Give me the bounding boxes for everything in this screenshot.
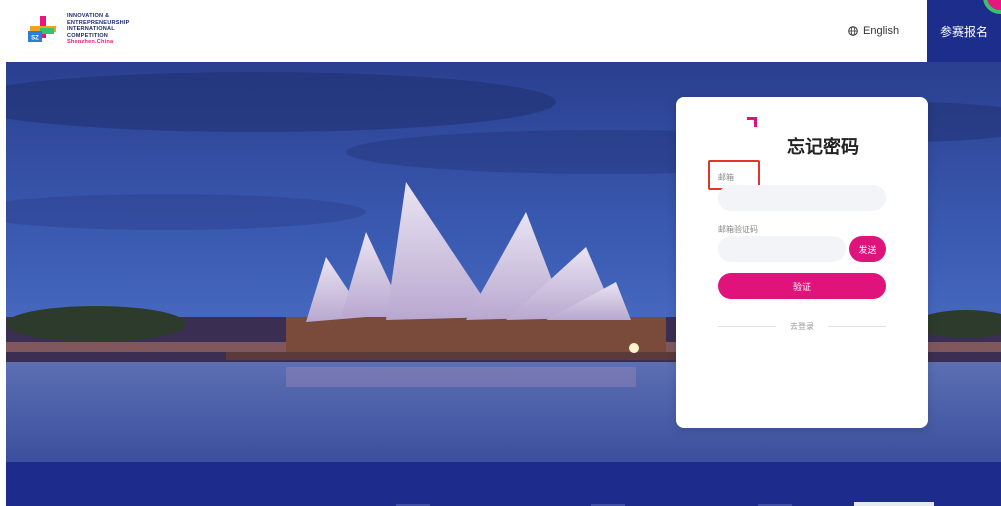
logo-city: Shenzhen.China xyxy=(67,39,114,45)
forgot-password-card: 忘记密码 邮箱 邮箱验证码 发送 验证 去登录 xyxy=(676,97,928,428)
email-field[interactable] xyxy=(718,185,886,211)
email-label: 邮箱 xyxy=(718,173,734,182)
corner-decoration xyxy=(983,0,1001,14)
footer-band xyxy=(6,462,1001,506)
card-title: 忘记密码 xyxy=(787,137,859,158)
divider-left xyxy=(718,326,776,327)
language-label: English xyxy=(863,25,900,37)
title-accent-icon xyxy=(747,117,757,127)
divider-right xyxy=(828,326,886,327)
footer-block xyxy=(854,502,934,506)
language-switch[interactable]: English xyxy=(848,25,899,37)
globe-icon xyxy=(848,26,858,36)
logo-badge-text: SZ xyxy=(31,36,39,42)
logo-wordmark: INNOVATION & ENTREPRENEURSHIP INTERNATIO… xyxy=(67,13,130,46)
verify-button[interactable]: 验证 xyxy=(718,273,886,299)
top-header: SZ INNOVATION & ENTREPRENEURSHIP INTERNA… xyxy=(0,0,1001,62)
competition-logo[interactable]: SZ INNOVATION & ENTREPRENEURSHIP INTERNA… xyxy=(26,8,186,54)
send-code-button[interactable]: 发送 xyxy=(849,236,886,262)
verification-code-label: 邮箱验证码 xyxy=(718,225,758,234)
verification-code-field[interactable] xyxy=(718,236,846,262)
logo-emblem-icon: SZ xyxy=(28,16,56,42)
go-login-link[interactable]: 去登录 xyxy=(776,321,828,332)
register-button[interactable]: 参赛报名 xyxy=(927,0,1001,62)
register-label: 参赛报名 xyxy=(939,24,988,39)
